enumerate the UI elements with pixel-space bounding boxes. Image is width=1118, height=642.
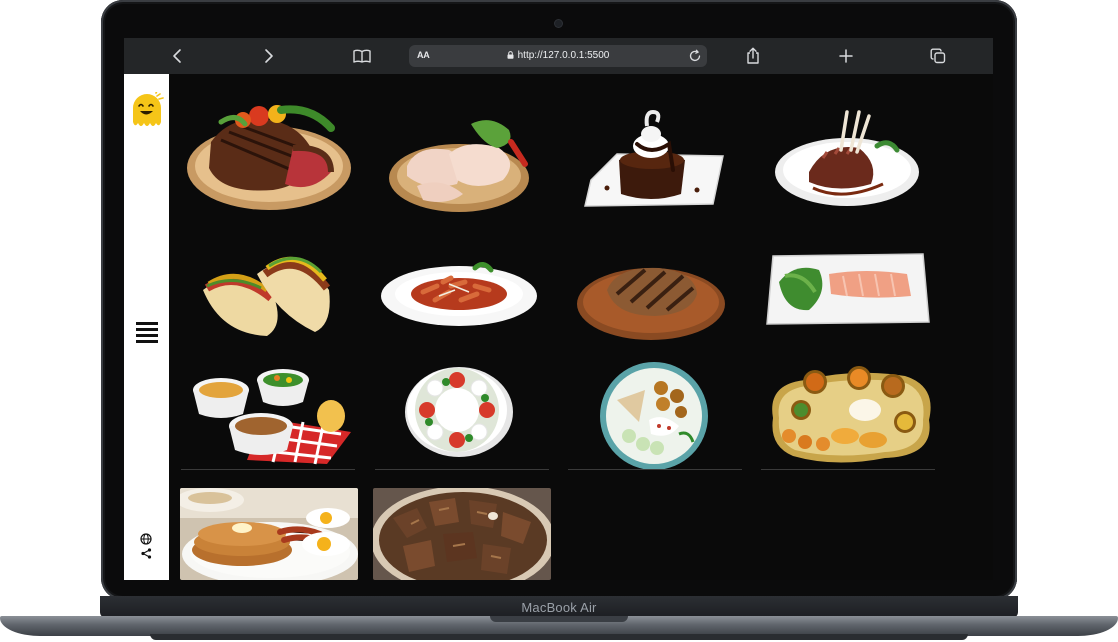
back-chevron-icon [173, 49, 181, 63]
url-text: http://127.0.0.1:5500 [517, 50, 610, 61]
hamburger-menu-icon [136, 322, 158, 325]
forward-button[interactable] [257, 44, 281, 68]
tabs-icon [930, 48, 946, 64]
new-tab-button[interactable] [834, 44, 858, 68]
laptop-feet [150, 634, 968, 640]
row-divider [568, 469, 742, 470]
address-bar[interactable]: AA http://127.0.0.1:5500 [409, 45, 707, 67]
row-divider [761, 469, 935, 470]
gallery-item-salmon-plate[interactable] [765, 252, 931, 328]
row-divider [181, 469, 355, 470]
new-tab-plus-icon [839, 49, 853, 63]
trackpad-notch [490, 616, 628, 622]
gallery-item-grilled-pork-chop[interactable] [575, 250, 729, 346]
tabs-overview-button[interactable] [926, 44, 950, 68]
screen: AA http://127.0.0.1:5500 [124, 38, 993, 580]
hamburger-menu-button[interactable] [136, 322, 158, 343]
gallery-item-lamb-chops[interactable] [773, 106, 923, 206]
gallery-item-beef-stew[interactable] [373, 488, 551, 580]
sidebar [124, 74, 169, 580]
gallery-item-pancakes-breakfast[interactable] [180, 488, 358, 580]
gallery-item-mediterranean-bowl[interactable] [599, 360, 709, 472]
gallery-item-chocolate-cake[interactable] [581, 108, 727, 212]
model-label: MacBook Air [521, 600, 597, 615]
globe-icon[interactable] [140, 533, 152, 545]
browser-toolbar: AA http://127.0.0.1:5500 [124, 38, 993, 74]
gallery-item-caprese-salad[interactable] [403, 362, 515, 458]
laptop-hinge: MacBook Air [100, 596, 1018, 618]
food-gallery [169, 74, 993, 580]
gallery-item-chicken-legs[interactable] [387, 114, 533, 214]
lock-icon [507, 51, 514, 59]
reload-icon[interactable] [688, 49, 702, 63]
share-nodes-icon[interactable] [141, 548, 152, 559]
share-icon [747, 47, 759, 64]
smiley-logo-icon[interactable] [129, 92, 165, 130]
camera-icon [555, 20, 562, 27]
gallery-item-penne-pasta[interactable] [379, 252, 539, 342]
reader-book-icon [353, 49, 371, 63]
gallery-item-tacos[interactable] [197, 244, 337, 340]
row-divider [375, 469, 549, 470]
share-button[interactable] [741, 44, 765, 68]
forward-chevron-icon [265, 49, 273, 63]
laptop-base: MacBook Air [0, 596, 1118, 642]
gallery-item-steak[interactable] [181, 102, 351, 212]
back-button[interactable] [165, 44, 189, 68]
gallery-item-thali-platter[interactable] [765, 364, 937, 468]
gallery-item-side-dishes[interactable] [191, 364, 355, 466]
reader-button[interactable] [350, 44, 374, 68]
